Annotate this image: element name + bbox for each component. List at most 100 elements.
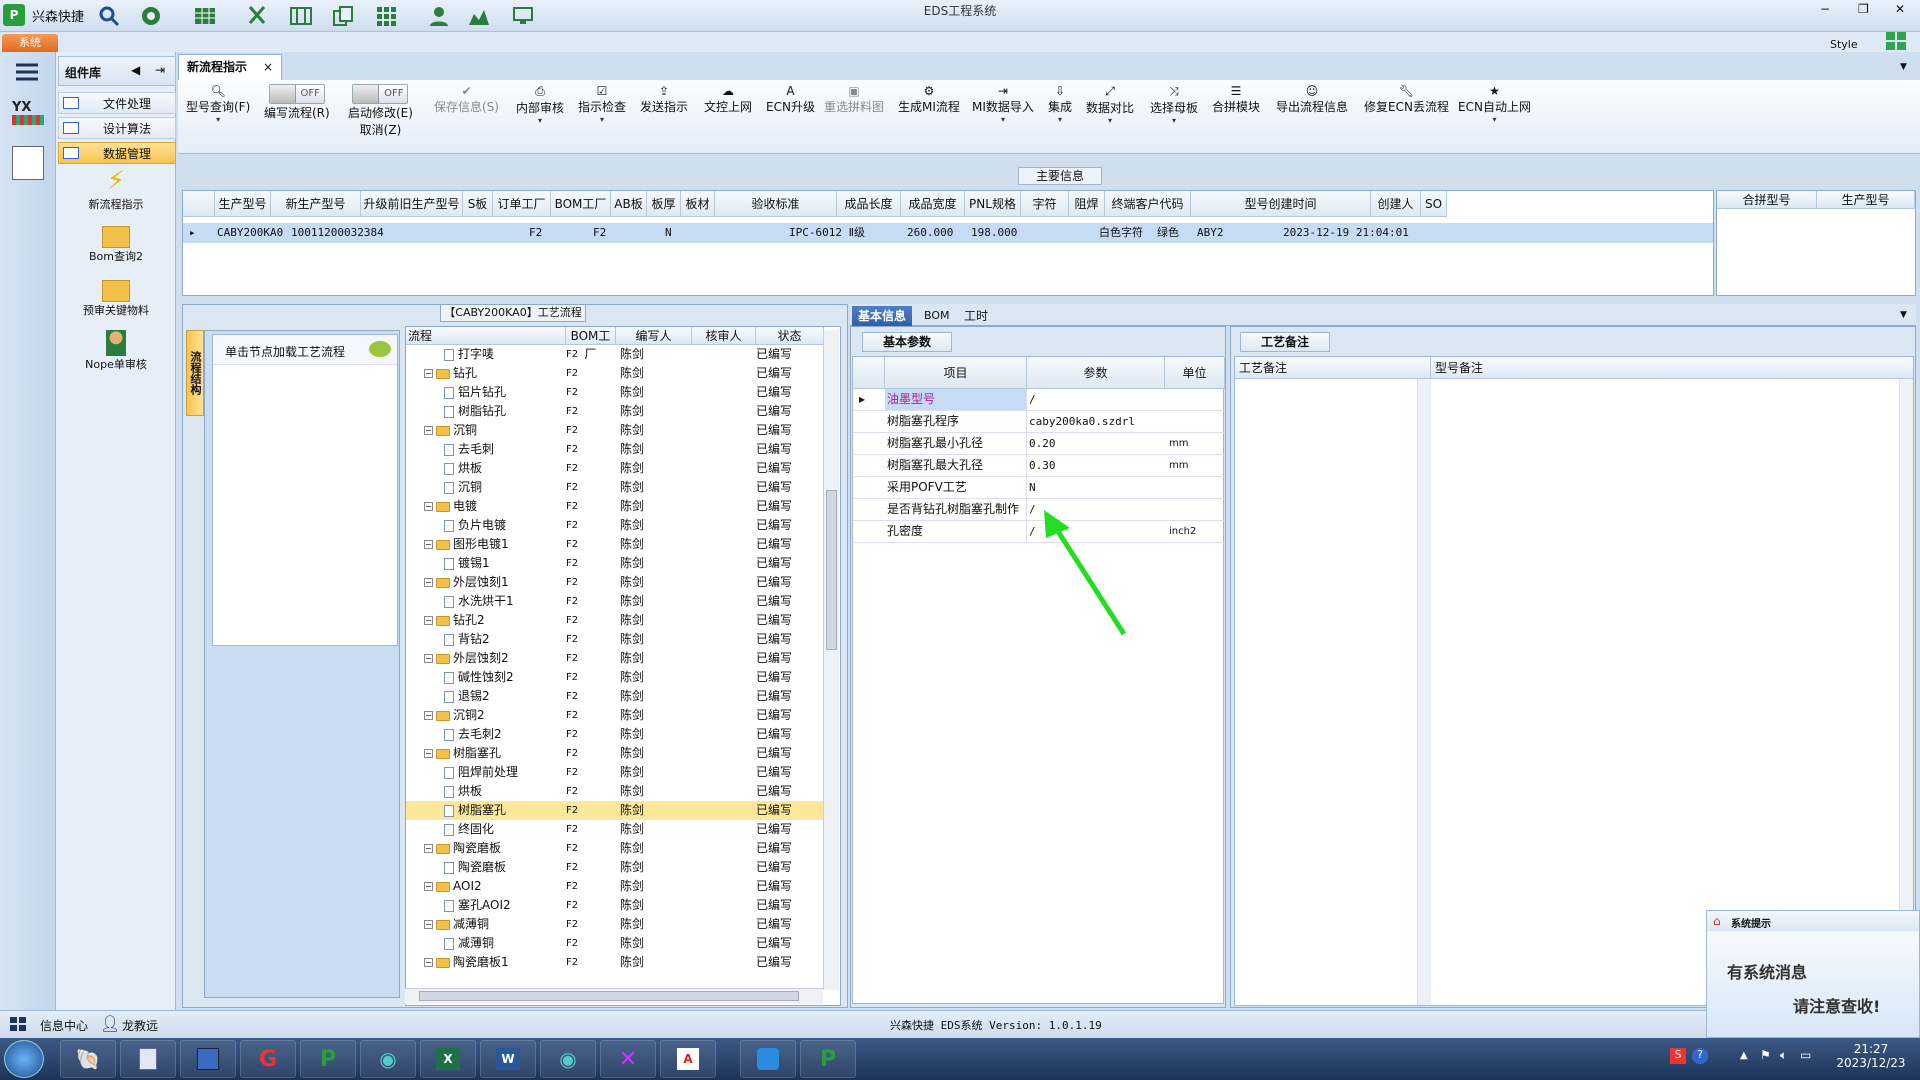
column-header[interactable]: S板 xyxy=(463,191,493,217)
tree-row[interactable]: 塞孔AOI2 F2 陈剑 已编写 xyxy=(406,896,824,915)
repair-ecn-button[interactable]: 🔧︎ 修复ECN丢流程 xyxy=(1364,84,1449,115)
tree-node[interactable]: 镀锡1 xyxy=(444,554,490,573)
column-header[interactable]: 单位 xyxy=(1165,357,1225,389)
column-header[interactable]: 板材 xyxy=(681,191,715,217)
taskbar-x-icon[interactable]: ✕ xyxy=(600,1040,656,1078)
taskbar-excel-icon[interactable]: X xyxy=(420,1040,476,1078)
taskbar-shell-icon[interactable]: 🐚 xyxy=(60,1040,116,1078)
cell-order-factory[interactable]: F2 xyxy=(529,223,542,243)
style-dropdown[interactable]: Style xyxy=(1830,38,1858,51)
volume-icon[interactable]: 🔈︎ xyxy=(1780,1048,1787,1063)
data-compare-button[interactable]: ⤢ 数据对比 ▾ xyxy=(1086,84,1134,125)
cell-length[interactable]: 260.000 xyxy=(907,223,953,243)
column-header[interactable]: 订单工厂 xyxy=(493,191,551,217)
tray-up-icon[interactable]: ▲ xyxy=(1740,1050,1748,1061)
column-header[interactable]: AB板 xyxy=(611,191,647,217)
sidebar-item-data-management[interactable]: 数据管理 xyxy=(58,142,176,164)
collapse-icon[interactable]: − xyxy=(424,578,433,587)
ecn-auto-online-button[interactable]: ★ ECN自动上网 ▾ xyxy=(1458,84,1531,124)
column-header[interactable]: SO xyxy=(1421,191,1447,217)
column-header[interactable]: 板厚 xyxy=(647,191,681,217)
close-button[interactable]: ✕ xyxy=(1895,2,1905,16)
collapse-icon[interactable]: − xyxy=(424,958,433,967)
tab-process-notes[interactable]: 工艺备注 xyxy=(1240,332,1330,352)
collapse-icon[interactable]: − xyxy=(424,654,433,663)
param-row[interactable]: 树脂塞孔最大孔径 0.30 mm xyxy=(853,455,1225,477)
instruction-check-button[interactable]: ☑ 指示检查 ▾ xyxy=(578,84,626,124)
collapse-icon[interactable]: − xyxy=(424,882,433,891)
tree-node[interactable]: − 钻孔 xyxy=(424,364,477,383)
param-value[interactable]: N xyxy=(1029,477,1036,498)
cell-created[interactable]: 2023-12-19 21:04:01 xyxy=(1283,223,1409,243)
column-header[interactable]: 验收标准 xyxy=(715,191,837,217)
toggle-switch[interactable]: OFF xyxy=(352,84,409,104)
column-header[interactable]: BOM工厂 xyxy=(566,327,616,361)
tree-row[interactable]: 沉铜 F2 陈剑 已编写 xyxy=(406,478,824,497)
tree-horizontal-scrollbar[interactable] xyxy=(405,988,823,1004)
collapse-icon[interactable]: − xyxy=(424,540,433,549)
taskbar-save-icon[interactable] xyxy=(180,1040,236,1078)
tree-row[interactable]: 减薄铜 F2 陈剑 已编写 xyxy=(406,934,824,953)
column-header[interactable]: 状态 xyxy=(756,327,824,345)
param-value[interactable]: 0.20 xyxy=(1029,433,1056,454)
taskbar-eye-icon[interactable]: ◉ xyxy=(360,1040,416,1078)
cell-standard[interactable]: IPC-6012 Ⅱ级 xyxy=(789,223,865,243)
tree-node[interactable]: − 外层蚀刻1 xyxy=(424,573,509,592)
bom-query2-button[interactable]: Bom查询2 xyxy=(66,226,166,264)
cell-width[interactable]: 198.000 xyxy=(971,223,1017,243)
tree-node[interactable]: 减薄铜 xyxy=(444,934,494,953)
tree-node[interactable]: − 树脂塞孔 xyxy=(424,744,501,763)
network-icon[interactable]: ▭ xyxy=(1800,1048,1811,1062)
collapse-icon[interactable]: − xyxy=(424,616,433,625)
param-row[interactable]: 采用POFV工艺 N xyxy=(853,477,1225,499)
tree-node[interactable]: 去毛刺2 xyxy=(444,725,502,744)
tree-row[interactable]: 负片电镀 F2 陈剑 已编写 xyxy=(406,516,824,535)
tree-node[interactable]: 烘板 xyxy=(444,459,482,478)
close-tab-icon[interactable]: × xyxy=(263,55,273,79)
tree-node[interactable]: 沉铜 xyxy=(444,478,482,497)
tree-row[interactable]: 铝片钻孔 F2 陈剑 已编写 xyxy=(406,383,824,402)
taskbar-chat-icon[interactable] xyxy=(740,1040,796,1078)
tree-row[interactable]: − AOI2 F2 陈剑 已编写 xyxy=(406,877,824,896)
tree-row[interactable]: − 图形电镀1 F2 陈剑 已编写 xyxy=(406,535,824,554)
tree-node[interactable]: 铝片钻孔 xyxy=(444,383,506,402)
tree-node[interactable]: − 沉铜2 xyxy=(424,706,485,725)
tree-node[interactable]: 负片电镀 xyxy=(444,516,506,535)
taskbar-eye2-icon[interactable]: ◉ xyxy=(540,1040,596,1078)
tree-node[interactable]: 烘板 xyxy=(444,782,482,801)
tree-node[interactable]: 背钻2 xyxy=(444,630,490,649)
collapse-icon[interactable]: − xyxy=(424,502,433,511)
taskbar-eds2-icon[interactable]: P xyxy=(800,1040,856,1078)
tree-node[interactable]: 塞孔AOI2 xyxy=(444,896,511,915)
tree-node[interactable]: − 陶瓷磨板 xyxy=(424,839,501,858)
param-value[interactable]: caby200ka0.szdrl xyxy=(1029,411,1135,432)
collapse-icon[interactable]: − xyxy=(424,426,433,435)
notes-scrollbar[interactable] xyxy=(1417,379,1431,1005)
tree-node[interactable]: 终固化 xyxy=(444,820,494,839)
tree-row[interactable]: 终固化 F2 陈剑 已编写 xyxy=(406,820,824,839)
tree-node[interactable]: − 减薄铜 xyxy=(424,915,489,934)
tree-row[interactable]: − 电镀 F2 陈剑 已编写 xyxy=(406,497,824,516)
param-row[interactable]: ▸ 油墨型号 / xyxy=(853,389,1225,411)
tree-row[interactable]: − 减薄铜 F2 陈剑 已编写 xyxy=(406,915,824,934)
tree-node[interactable]: 退锡2 xyxy=(444,687,490,706)
tab-new-process[interactable]: 新流程指示 × xyxy=(178,54,282,80)
cell-new-model[interactable]: 10011200032384 xyxy=(291,223,384,243)
column-header[interactable]: 合拼型号 xyxy=(1717,191,1817,209)
chevron-left-icon[interactable]: ◀ xyxy=(131,63,140,77)
menu-icon[interactable] xyxy=(14,62,40,82)
column-header[interactable]: 创建人 xyxy=(1371,191,1421,217)
column-header[interactable]: 字符 xyxy=(1021,191,1069,217)
tree-row[interactable]: 背钻2 F2 陈剑 已编写 xyxy=(406,630,824,649)
generate-mi-button[interactable]: ⚙ 生成MI流程 xyxy=(898,84,960,115)
tree-row[interactable]: 打字唛 F2 陈剑 已编写 xyxy=(406,345,824,364)
tree-row[interactable]: − 外层蚀刻2 F2 陈剑 已编写 xyxy=(406,649,824,668)
tab-process-structure[interactable]: 流程结构 xyxy=(186,330,204,416)
mi-import-button[interactable]: ⇥ MI数据导入 ▾ xyxy=(972,84,1034,124)
info-center-link[interactable]: 信息中心 xyxy=(40,1017,88,1034)
write-process-button[interactable]: OFF 编写流程(R) xyxy=(264,84,330,121)
nope-review-button[interactable]: Nope单审核 xyxy=(66,330,166,372)
tree-row[interactable]: 水洗烘干1 F2 陈剑 已编写 xyxy=(406,592,824,611)
tree-row[interactable]: 烘板 F2 陈剑 已编写 xyxy=(406,782,824,801)
reselect-panel-button[interactable]: ▣ 重选拼料图 xyxy=(824,84,884,115)
